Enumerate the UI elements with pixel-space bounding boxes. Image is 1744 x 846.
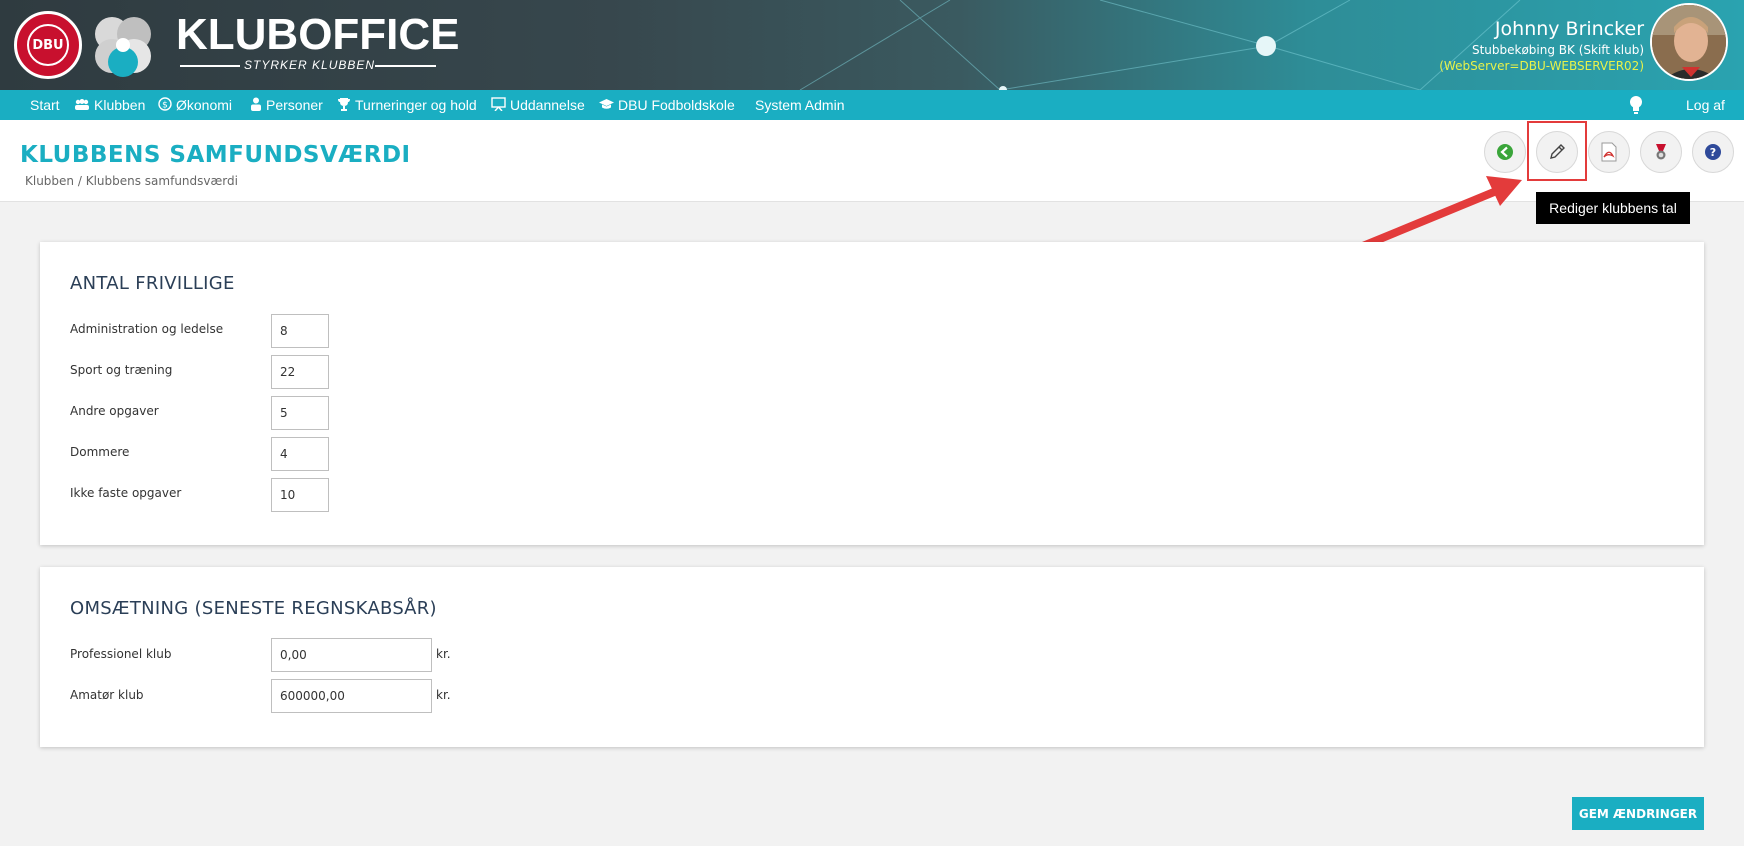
volunteer-label: Sport og træning <box>70 363 173 377</box>
nav-fodboldskole[interactable]: DBU Fodboldskole <box>599 90 735 120</box>
nav-system-admin-label: System Admin <box>755 97 845 113</box>
trophy-icon <box>337 97 351 114</box>
nav-system-admin[interactable]: System Admin <box>755 90 844 120</box>
revenue-label: Professionel klub <box>70 647 172 661</box>
nav-klubben[interactable]: Klubben <box>74 90 145 120</box>
volunteer-input[interactable]: 22 <box>271 355 329 389</box>
nav-okonomi[interactable]: $ Økonomi <box>158 90 232 120</box>
revenue-label: Amatør klub <box>70 688 144 702</box>
webserver-label: (WebServer=DBU-WEBSERVER02) <box>1439 59 1644 73</box>
svg-text:?: ? <box>1710 146 1716 159</box>
volunteer-label: Administration og ledelse <box>70 322 224 336</box>
volunteer-input[interactable]: 10 <box>271 478 329 512</box>
nav-personer[interactable]: Personer <box>250 90 323 120</box>
breadcrumb[interactable]: Klubben / Klubbens samfundsværdi <box>25 174 238 188</box>
graduation-cap-icon <box>599 98 614 113</box>
avatar[interactable] <box>1650 3 1728 81</box>
award-ribbon-icon <box>1656 144 1666 160</box>
nav-start[interactable]: Start <box>30 90 60 120</box>
nav-uddannelse-label: Uddannelse <box>510 97 585 113</box>
volunteer-label: Dommere <box>70 445 130 459</box>
nav-okonomi-label: Økonomi <box>176 97 233 113</box>
page-title: KLUBBENS SAMFUNDSVÆRDI <box>20 142 411 168</box>
edit-tooltip: Rediger klubbens tal <box>1536 192 1690 224</box>
pdf-icon <box>1601 142 1617 162</box>
switch-club-link[interactable]: Stubbekøbing BK (Skift klub) <box>1472 43 1644 57</box>
volunteer-input[interactable]: 8 <box>271 314 329 348</box>
revenue-title: OMSÆTNING (SENESTE REGNSKABSÅR) <box>70 598 437 619</box>
dbu-logo-text: DBU <box>27 24 69 66</box>
edit-button-highlight <box>1527 121 1587 181</box>
save-changes-button[interactable]: GEM ÆNDRINGER <box>1572 797 1704 830</box>
page-titlebar: KLUBBENS SAMFUNDSVÆRDI Klubben / Klubben… <box>0 120 1744 202</box>
volunteer-label: Ikke faste opgaver <box>70 486 182 500</box>
dbu-logo: DBU <box>14 11 82 79</box>
nav-turneringer[interactable]: Turneringer og hold <box>337 90 477 120</box>
pdf-export-button[interactable] <box>1588 131 1630 173</box>
volunteers-title: ANTAL FRIVILLIGE <box>70 273 235 294</box>
brand-divider-left <box>180 65 240 67</box>
volunteer-input[interactable]: 4 <box>271 437 329 471</box>
volunteer-input[interactable]: 5 <box>271 396 329 430</box>
kluboffice-flower-logo <box>95 17 151 77</box>
revenue-card: OMSÆTNING (SENESTE REGNSKABSÅR) Professi… <box>40 567 1704 747</box>
lightbulb-icon[interactable] <box>1629 90 1643 120</box>
certificate-button[interactable] <box>1640 131 1682 173</box>
currency-unit: kr. <box>436 688 451 702</box>
nav-uddannelse[interactable]: Uddannelse <box>491 90 585 120</box>
brand-title: KLUBOFFICE <box>176 10 460 59</box>
help-icon: ? <box>1705 144 1721 160</box>
nav-personer-label: Personer <box>266 97 323 113</box>
people-icon <box>74 98 90 113</box>
user-name[interactable]: Johnny Brincker <box>1495 18 1644 40</box>
help-button[interactable]: ? <box>1692 131 1734 173</box>
coin-icon: $ <box>158 96 172 114</box>
revenue-input[interactable]: 600000,00 <box>271 679 432 713</box>
svg-text:$: $ <box>162 100 168 110</box>
nav-fodboldskole-label: DBU Fodboldskole <box>618 97 735 113</box>
currency-unit: kr. <box>436 647 451 661</box>
person-icon <box>250 97 262 114</box>
volunteer-label: Andre opgaver <box>70 404 159 418</box>
nav-start-label: Start <box>30 97 60 113</box>
arrow-left-icon <box>1497 144 1513 160</box>
nav-turneringer-label: Turneringer og hold <box>355 97 477 113</box>
revenue-input[interactable]: 0,00 <box>271 638 432 672</box>
app-header: DBU KLUBOFFICE STYRKER KLUBBEN Johnny Br… <box>0 0 1744 90</box>
brand-subtitle: STYRKER KLUBBEN <box>244 58 376 72</box>
nav-klubben-label: Klubben <box>94 97 146 113</box>
brand-divider-right <box>375 65 436 67</box>
back-button[interactable] <box>1484 131 1526 173</box>
presentation-icon <box>491 96 506 114</box>
volunteers-card: ANTAL FRIVILLIGE Administration og ledel… <box>40 242 1704 545</box>
main-navigation: Start Klubben $ Økonomi Personer Turneri… <box>0 90 1744 120</box>
logout-link[interactable]: Log af <box>1686 90 1725 120</box>
